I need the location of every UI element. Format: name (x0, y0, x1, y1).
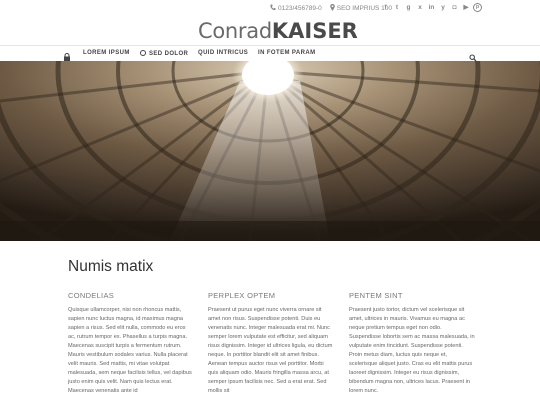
yelp-icon[interactable]: y (439, 3, 448, 12)
site-logo[interactable]: ConradKAISER (198, 19, 358, 43)
column-text: Quisque ullamcorper, nisi non rhoncus ma… (68, 307, 192, 394)
column-heading: CONDELIAS (68, 291, 115, 300)
column-heading: PERPLEX OPTEM (208, 291, 276, 300)
pantheon-dome-illustration (0, 61, 540, 241)
social-links: f t g x in y ◘ ▶ p (381, 3, 485, 12)
nav-item-lorem-ipsum[interactable]: LOREM IPSUM (83, 50, 130, 56)
youtube-icon[interactable]: ▶ (462, 3, 471, 12)
main-navigation: LOREM IPSUM SED DOLOR QUID INTRICUS IN F… (0, 45, 540, 62)
hero-image (0, 61, 540, 241)
content-column-2: PERPLEX OPTEM Praesent ut purus eget nun… (208, 291, 334, 396)
nav-item-quid-intricus[interactable]: QUID INTRICUS (198, 50, 248, 56)
location-pin-icon (329, 4, 335, 13)
section-title: Numis matix (68, 258, 154, 275)
content-column-3: PENTEM SINT Praesent justo tortor, dictu… (349, 291, 475, 396)
nav-item-sed-dolor[interactable]: SED DOLOR (140, 50, 188, 57)
pinterest-icon[interactable]: p (473, 3, 482, 12)
content-column-1: CONDELIAS Quisque ullamcorper, nisi non … (68, 291, 194, 396)
instagram-icon[interactable]: ◘ (450, 3, 459, 12)
logo-first-name: Conrad (198, 19, 272, 43)
phone-icon (270, 4, 276, 13)
nav-item-in-fotem-param[interactable]: IN FOTEM PARAM (258, 50, 316, 56)
home-icon[interactable] (63, 49, 71, 62)
top-bar: 0123/456789-0 SEO IMPRIUS 100 f t g x in… (0, 0, 540, 18)
search-icon[interactable] (469, 49, 477, 62)
linkedin-icon[interactable]: in (427, 3, 436, 12)
logo-last-name: KAISER (271, 19, 358, 43)
twitter-icon[interactable]: t (393, 3, 402, 12)
column-text: Praesent justo tortor, dictum vel sceler… (349, 307, 475, 394)
contact-info: 0123/456789-0 SEO IMPRIUS 100 (270, 4, 392, 13)
phone-number[interactable]: 0123/456789-0 (278, 5, 322, 12)
google-plus-icon[interactable]: g (404, 3, 413, 12)
clock-icon (140, 50, 146, 56)
facebook-icon[interactable]: f (381, 3, 390, 12)
nav-item-label: SED DOLOR (149, 51, 189, 57)
column-text: Praesent ut purus eget nunc viverra orna… (208, 307, 333, 394)
column-heading: PENTEM SINT (349, 291, 403, 300)
xing-icon[interactable]: x (416, 3, 425, 12)
